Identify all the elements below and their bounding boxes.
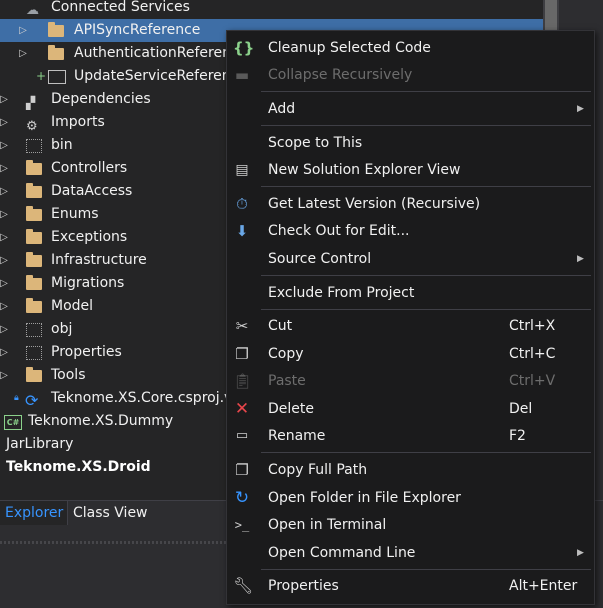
menu-separator [261, 569, 591, 570]
service-reference-icon [48, 70, 66, 84]
menu-item-cleanup-selected-code[interactable]: {} Cleanup Selected Code [227, 35, 594, 61]
menu-item-check-out-for-edit[interactable]: ⬇ Check Out for Edit... [227, 218, 594, 244]
menu-item-scope-to-this[interactable]: Scope to This [227, 130, 594, 156]
excluded-folder-icon [26, 346, 42, 360]
imports-gear-icon: ⚙ [26, 119, 38, 134]
expand-arrow-icon[interactable]: ▷ [17, 19, 29, 42]
copy-icon: ❐ [235, 345, 249, 363]
menu-item-add[interactable]: Add ▶ [227, 96, 594, 122]
menu-separator [261, 186, 591, 187]
folder-icon [26, 298, 42, 313]
folder-icon [26, 367, 42, 382]
expand-arrow-icon[interactable]: ▷ [0, 272, 10, 295]
menu-item-collapse-recursively: ▬ Collapse Recursively [234, 66, 413, 84]
menu-item-exclude-from-project[interactable]: Exclude From Project [227, 280, 594, 306]
submenu-arrow-icon: ▶ [577, 548, 584, 558]
lock-icon: 🔒︎ [14, 393, 19, 403]
menu-item-open-command-line[interactable]: Open Command Line ▶ [227, 540, 594, 566]
expand-arrow-icon[interactable]: ▷ [0, 318, 10, 341]
get-latest-icon: ⏱ [236, 195, 248, 213]
expand-arrow-icon[interactable]: ▷ [0, 111, 10, 134]
folder-icon [48, 45, 64, 60]
menu-item-rename[interactable]: ▭ Rename F2 [227, 423, 594, 449]
terminal-icon: >_ [234, 518, 250, 532]
expand-arrow-icon[interactable]: ▷ [0, 226, 10, 249]
folder-icon [26, 275, 42, 290]
expand-arrow-icon[interactable]: ▷ [0, 341, 10, 364]
menu-item-delete[interactable]: ✕ Delete Del [227, 396, 594, 422]
expand-arrow-icon[interactable]: ▷ [0, 295, 10, 318]
sync-icon: ⟳ [25, 391, 39, 410]
menu-item-cut[interactable]: ✂ Cut Ctrl+X [227, 313, 594, 339]
paste-icon: 📋︎ [233, 372, 253, 390]
menu-item-new-solution-explorer-view[interactable]: ▤ New Solution Explorer View [227, 157, 594, 183]
menu-item-copy[interactable]: ❐ Copy Ctrl+C [227, 341, 594, 367]
expand-arrow-icon[interactable]: ▷ [0, 249, 10, 272]
menu-item-source-control[interactable]: Source Control ▶ [227, 246, 594, 272]
expand-arrow-icon[interactable]: ▷ [17, 42, 29, 65]
added-plus-icon: + [36, 69, 47, 83]
expand-arrow-icon[interactable]: ▷ [0, 134, 10, 157]
submenu-arrow-icon: ▶ [577, 254, 584, 264]
connected-services-icon: ☁ [26, 3, 39, 18]
rename-icon: ▭ [235, 428, 249, 443]
checkout-icon: ⬇ [235, 222, 249, 240]
folder-icon [48, 22, 64, 37]
dependencies-icon: ▞ [26, 96, 36, 110]
refresh-arrow-icon: ↻ [234, 488, 250, 508]
delete-icon: ✕ [234, 399, 250, 419]
expand-arrow-icon[interactable]: ▷ [0, 88, 10, 111]
braces-icon: {} [233, 39, 255, 57]
expand-arrow-icon[interactable]: ▷ [0, 203, 10, 226]
menu-separator [261, 452, 591, 453]
folder-icon [26, 252, 42, 267]
expand-arrow-icon[interactable]: ▷ [0, 364, 10, 387]
menu-separator [261, 91, 591, 92]
scissors-icon: ✂ [235, 317, 249, 335]
expand-arrow-icon[interactable]: ▷ [0, 180, 10, 203]
collapse-icon: ▬ [234, 66, 250, 84]
folder-icon [26, 183, 42, 198]
menu-item-copy-full-path[interactable]: ❐ Copy Full Path [227, 457, 594, 483]
menu-separator [261, 309, 591, 310]
new-window-icon: ▤ [235, 162, 249, 178]
menu-separator [261, 125, 591, 126]
tab-explorer[interactable]: Explorer [0, 501, 69, 525]
menu-item-get-latest-version[interactable]: ⏱ Get Latest Version (Recursive) [227, 191, 594, 217]
tree-item-connected-services[interactable]: ☁ Connected Services [0, 0, 545, 19]
wrench-icon: 🔧︎ [233, 576, 254, 595]
panel-grip[interactable] [0, 541, 230, 544]
menu-item-open-in-terminal[interactable]: >_ Open in Terminal [227, 512, 594, 538]
context-menu: {} Cleanup Selected Code ▬ Collapse Recu… [226, 30, 595, 605]
menu-item-properties[interactable]: 🔧︎ Properties Alt+Enter [227, 573, 594, 599]
csharp-project-icon: C# [4, 415, 22, 430]
submenu-arrow-icon: ▶ [577, 104, 584, 114]
tab-class-view[interactable]: Class View [67, 501, 153, 525]
menu-item-open-folder-in-file-explorer[interactable]: ↻ Open Folder in File Explorer [227, 485, 594, 511]
excluded-folder-icon [26, 323, 42, 337]
folder-icon [26, 206, 42, 221]
copy-path-icon: ❐ [235, 461, 249, 479]
folder-icon [26, 160, 42, 175]
menu-separator [261, 275, 591, 276]
excluded-folder-icon [26, 139, 42, 153]
menu-item-paste: 📋︎ Paste Ctrl+V [233, 372, 556, 390]
folder-icon [26, 229, 42, 244]
expand-arrow-icon[interactable]: ▷ [0, 157, 10, 180]
